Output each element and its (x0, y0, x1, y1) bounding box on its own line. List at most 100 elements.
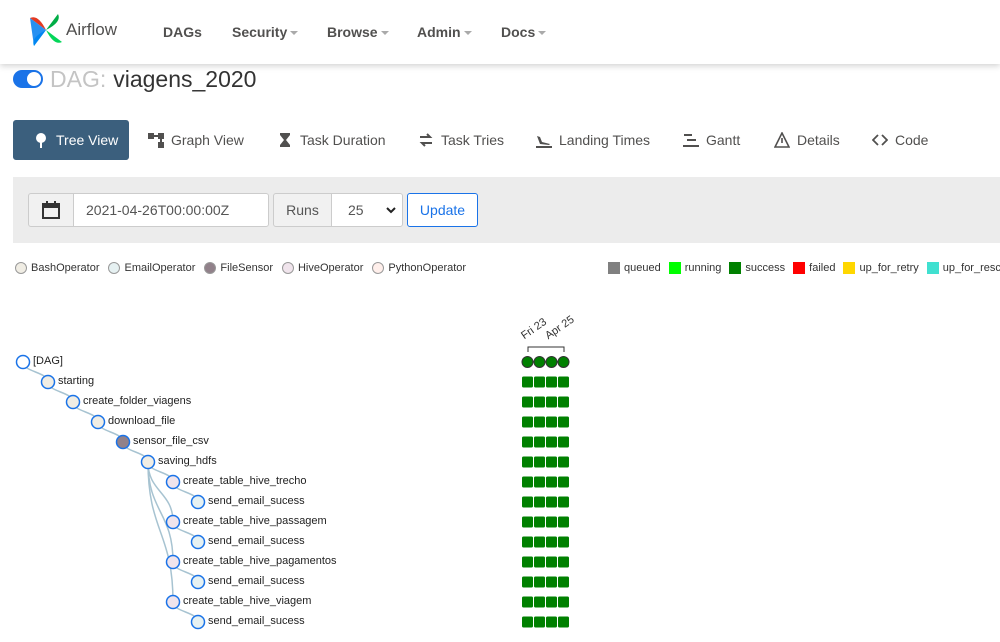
tree-node[interactable] (65, 394, 81, 410)
nav-dags-label: DAGs (163, 24, 202, 40)
chevron-down-icon (463, 31, 472, 36)
dag-run-circle[interactable] (545, 356, 558, 368)
task-label[interactable]: create_table_hive_passagem (183, 515, 327, 527)
task-instance-square[interactable] (546, 496, 557, 508)
task-instance-square[interactable] (546, 456, 557, 468)
task-label[interactable]: send_email_sucess (208, 615, 305, 627)
task-instance-square[interactable] (546, 576, 557, 588)
task-instance-square[interactable] (534, 496, 545, 508)
task-instance-square[interactable] (546, 396, 557, 408)
task-label[interactable]: send_email_sucess (208, 495, 305, 507)
task-instance-square[interactable] (522, 536, 533, 548)
task-instance-square[interactable] (522, 376, 533, 388)
task-instance-square[interactable] (534, 596, 545, 608)
task-label[interactable]: starting (58, 375, 94, 387)
task-instance-square[interactable] (534, 416, 545, 428)
task-label[interactable]: saving_hdfs (158, 455, 217, 467)
task-instance-square[interactable] (534, 556, 545, 568)
dag-run-circle[interactable] (521, 356, 534, 368)
task-instance-square[interactable] (534, 436, 545, 448)
task-label[interactable]: sensor_file_csv (133, 435, 209, 447)
task-instance-square[interactable] (558, 496, 569, 508)
task-label[interactable]: create_table_hive_viagem (183, 595, 311, 607)
task-instance-square[interactable] (522, 416, 533, 428)
task-label[interactable]: create_table_hive_trecho (183, 475, 307, 487)
nav-admin-label: Admin (417, 24, 461, 40)
task-instance-square[interactable] (522, 556, 533, 568)
dag-run-circle[interactable] (533, 356, 546, 368)
tree-node[interactable] (140, 454, 156, 470)
task-instance-square[interactable] (546, 476, 557, 488)
task-instance-square[interactable] (558, 556, 569, 568)
task-instance-square[interactable] (522, 436, 533, 448)
task-instance-square[interactable] (558, 516, 569, 528)
task-instance-square[interactable] (534, 536, 545, 548)
nav-dags[interactable]: DAGs (163, 24, 202, 40)
tree-node[interactable] (190, 574, 206, 590)
task-instance-square[interactable] (558, 456, 569, 468)
task-instance-square[interactable] (534, 476, 545, 488)
nav-browse-label: Browse (327, 24, 378, 40)
nav-docs[interactable]: Docs (501, 24, 547, 40)
task-label[interactable]: send_email_sucess (208, 535, 305, 547)
task-instance-square[interactable] (534, 616, 545, 628)
task-instance-square[interactable] (546, 376, 557, 388)
task-instance-square[interactable] (534, 576, 545, 588)
task-label[interactable]: download_file (108, 415, 175, 427)
task-instance-square[interactable] (546, 416, 557, 428)
task-instance-square[interactable] (534, 516, 545, 528)
tree-node[interactable] (190, 614, 206, 630)
airflow-pinwheel-icon (30, 14, 62, 46)
tree-node[interactable] (165, 594, 181, 610)
task-instance-square[interactable] (558, 396, 569, 408)
task-instance-square[interactable] (546, 556, 557, 568)
task-instance-square[interactable] (558, 376, 569, 388)
task-instance-square[interactable] (522, 396, 533, 408)
chevron-down-icon (290, 31, 299, 36)
task-instance-square[interactable] (522, 596, 533, 608)
tree-node[interactable] (190, 534, 206, 550)
tree-node[interactable] (190, 494, 206, 510)
task-instance-square[interactable] (558, 576, 569, 588)
nav-security-label: Security (232, 24, 288, 40)
nav-docs-label: Docs (501, 24, 536, 40)
tree-node[interactable] (40, 374, 56, 390)
nav-admin[interactable]: Admin (417, 24, 472, 40)
tree-node[interactable] (15, 354, 31, 370)
task-instance-square[interactable] (522, 456, 533, 468)
chevron-down-icon (380, 31, 389, 36)
task-instance-square[interactable] (546, 516, 557, 528)
task-label[interactable]: create_table_hive_pagamentos (183, 555, 337, 567)
tree-node[interactable] (165, 474, 181, 490)
task-instance-square[interactable] (558, 596, 569, 608)
task-instance-square[interactable] (534, 456, 545, 468)
nav-browse[interactable]: Browse (327, 24, 389, 40)
task-instance-square[interactable] (546, 616, 557, 628)
task-instance-square[interactable] (558, 416, 569, 428)
task-instance-square[interactable] (558, 436, 569, 448)
task-instance-square[interactable] (522, 576, 533, 588)
navbar: Airflow DAGs Security Browse Admin Docs (0, 0, 1000, 64)
task-instance-square[interactable] (522, 516, 533, 528)
dag-run-circle[interactable] (557, 356, 570, 368)
tree-node[interactable] (90, 414, 106, 430)
tree-node[interactable] (165, 554, 181, 570)
task-instance-square[interactable] (522, 496, 533, 508)
task-instance-square[interactable] (522, 476, 533, 488)
date-range-bracket (527, 346, 565, 352)
tree-node[interactable] (115, 434, 131, 450)
task-instance-square[interactable] (558, 536, 569, 548)
task-instance-square[interactable] (522, 616, 533, 628)
task-label[interactable]: create_folder_viagens (83, 395, 191, 407)
task-label[interactable]: send_email_sucess (208, 575, 305, 587)
task-instance-square[interactable] (546, 436, 557, 448)
task-label[interactable]: [DAG] (33, 355, 63, 367)
tree-node[interactable] (165, 514, 181, 530)
task-instance-square[interactable] (558, 616, 569, 628)
nav-security[interactable]: Security (232, 24, 299, 40)
task-instance-square[interactable] (546, 536, 557, 548)
task-instance-square[interactable] (534, 376, 545, 388)
task-instance-square[interactable] (546, 596, 557, 608)
task-instance-square[interactable] (558, 476, 569, 488)
task-instance-square[interactable] (534, 396, 545, 408)
